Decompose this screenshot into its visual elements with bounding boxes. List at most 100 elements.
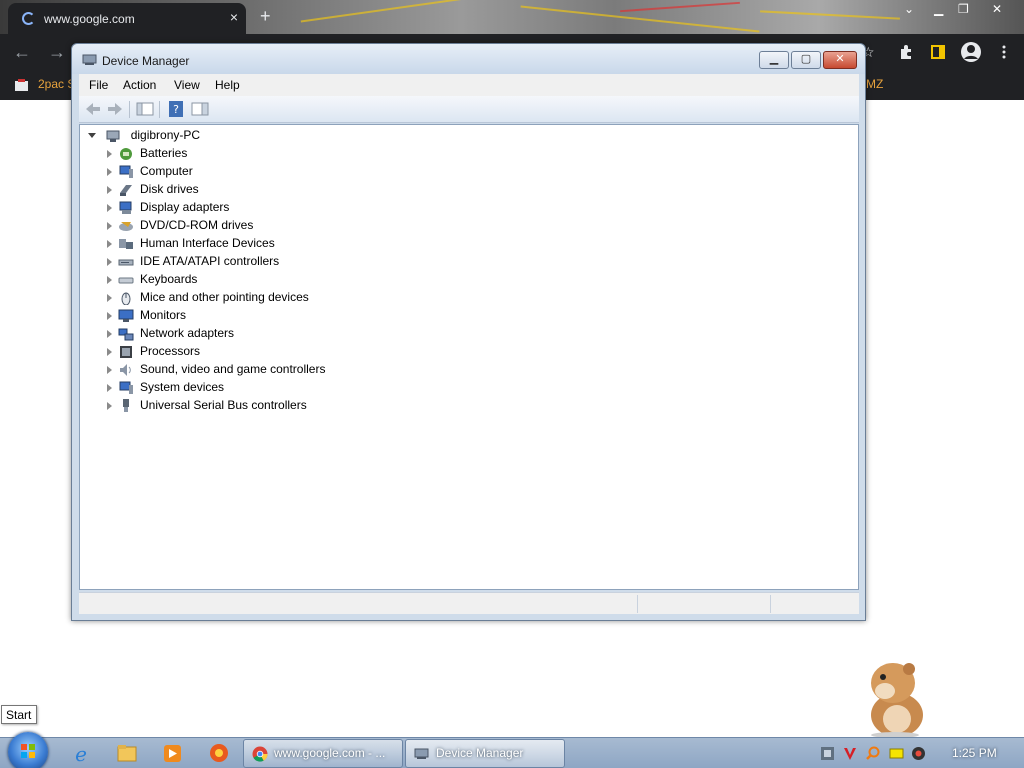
expand-arrow-icon[interactable] — [107, 347, 112, 356]
media-player-icon[interactable] — [153, 741, 191, 766]
back-arrow-icon[interactable] — [84, 101, 102, 117]
menu-file[interactable]: File — [89, 78, 108, 92]
tab-close-icon[interactable]: × — [230, 9, 238, 25]
back-arrow-icon[interactable]: ← — [13, 42, 31, 63]
bookmark-link[interactable]: MZ — [866, 77, 883, 91]
expand-arrow-icon[interactable] — [107, 149, 112, 158]
tree-item-system-devices[interactable]: System devices — [107, 378, 224, 396]
bookmark-link[interactable]: 2pac S — [38, 77, 75, 91]
tree-item-display-adapters[interactable]: Display adapters — [107, 198, 229, 216]
show-hide-console-tree-icon[interactable] — [136, 101, 154, 117]
tree-item-sound-video-and-game-controllers[interactable]: Sound, video and game controllers — [107, 360, 325, 378]
help-icon[interactable]: ? — [167, 101, 185, 117]
antivirus-icon[interactable] — [843, 746, 858, 761]
disk-drive-icon — [120, 185, 132, 197]
internet-explorer-icon[interactable]: e — [62, 741, 100, 766]
taskbar-device-manager-button[interactable]: Device Manager — [405, 739, 565, 768]
window-title: Device Manager — [102, 54, 190, 68]
menu-action[interactable]: Action — [123, 78, 156, 92]
tree-item-label: Network adapters — [140, 326, 235, 340]
expand-arrow-icon[interactable] — [107, 383, 112, 392]
expand-arrow-icon[interactable] — [107, 221, 112, 230]
more-menu-icon[interactable] — [996, 44, 1012, 60]
forward-arrow-icon[interactable]: → — [48, 42, 66, 63]
browser-tab[interactable]: www.google.com × — [8, 3, 246, 34]
mouse-icon — [121, 292, 131, 306]
clock[interactable]: 1:25 PM — [952, 746, 997, 760]
tree-item-monitors[interactable]: Monitors — [107, 306, 186, 324]
tree-item-label: Processors — [140, 344, 201, 358]
notification-flag-icon[interactable] — [889, 746, 904, 761]
search-icon[interactable] — [865, 746, 880, 761]
minimize-button[interactable]: ▁ — [759, 51, 789, 69]
tree-item-processors[interactable]: Processors — [107, 342, 200, 360]
tree-item-keyboards[interactable]: Keyboards — [107, 270, 197, 288]
maximize-button[interactable]: ▢ — [791, 51, 821, 69]
bookmark-favicon-icon — [15, 79, 28, 91]
tree-item-batteries[interactable]: Batteries — [107, 144, 187, 162]
tree-item-label: System devices — [140, 380, 225, 394]
collapse-arrow-icon[interactable] — [88, 133, 96, 139]
tree-item-label: Human Interface Devices — [140, 236, 275, 250]
tree-item-label: Mice and other pointing devices — [140, 290, 309, 304]
expand-arrow-icon[interactable] — [107, 257, 112, 266]
dvd-drive-icon — [119, 222, 133, 232]
monitor-icon — [118, 309, 134, 323]
network-adapter-icon — [118, 328, 134, 341]
expand-arrow-icon[interactable] — [107, 239, 112, 248]
expand-arrow-icon[interactable] — [107, 401, 112, 410]
browser-minimize-button[interactable]: ▁ — [934, 2, 943, 16]
system-device-icon — [119, 381, 133, 395]
expand-arrow-icon[interactable] — [107, 365, 112, 374]
tree-item-universal-serial-bus-controllers[interactable]: Universal Serial Bus controllers — [107, 396, 307, 414]
tree-item-disk-drives[interactable]: Disk drives — [107, 180, 199, 198]
device-manager-icon — [414, 748, 429, 759]
tree-item-label: Keyboards — [140, 272, 198, 286]
tray-app-icon[interactable] — [820, 746, 835, 761]
new-tab-button[interactable]: + — [260, 6, 271, 27]
computer-icon — [119, 165, 133, 179]
tree-item-computer[interactable]: Computer — [107, 162, 193, 180]
display-adapter-icon — [119, 201, 132, 215]
tree-item-label: Batteries — [140, 146, 188, 160]
show-hide-action-pane-icon[interactable] — [191, 101, 209, 117]
browser-close-button[interactable]: ✕ — [992, 2, 1002, 16]
device-tree: digibrony-PC Batteries Computer Disk drive… — [79, 124, 859, 590]
forward-arrow-icon[interactable] — [106, 101, 124, 117]
expand-arrow-icon[interactable] — [107, 203, 112, 212]
start-button[interactable] — [8, 732, 48, 768]
tree-root-label: digibrony-PC — [130, 128, 201, 142]
tree-item-mice-and-other-pointing-devices[interactable]: Mice and other pointing devices — [107, 288, 309, 306]
tree-item-network-adapters[interactable]: Network adapters — [107, 324, 234, 342]
expand-arrow-icon[interactable] — [107, 293, 112, 302]
side-panel-icon[interactable] — [930, 44, 946, 60]
profile-avatar-icon[interactable] — [960, 41, 982, 63]
expand-arrow-icon[interactable] — [107, 311, 112, 320]
expand-arrow-icon[interactable] — [107, 167, 112, 176]
tree-root[interactable]: digibrony-PC — [88, 126, 200, 144]
tree-item-ide-ata-atapi-controllers[interactable]: IDE ATA/ATAPI controllers — [107, 252, 279, 270]
window-titlebar[interactable]: Device Manager ▁ ▢ ✕ — [72, 44, 865, 74]
svg-text:?: ? — [173, 103, 179, 116]
status-bar — [79, 592, 859, 614]
expand-arrow-icon[interactable] — [107, 275, 112, 284]
ide-controller-icon — [118, 259, 134, 266]
file-explorer-icon[interactable] — [108, 741, 146, 766]
start-tooltip: Start — [1, 705, 37, 724]
chevron-down-icon[interactable]: ⌄ — [904, 2, 914, 16]
expand-arrow-icon[interactable] — [107, 329, 112, 338]
expand-arrow-icon[interactable] — [107, 185, 112, 194]
network-status-icon[interactable] — [911, 746, 926, 761]
browser-restore-button[interactable]: ❐ — [958, 2, 969, 16]
app-shortcut-icon[interactable] — [200, 741, 238, 766]
tree-item-label: DVD/CD-ROM drives — [140, 218, 254, 232]
windows-logo-icon — [21, 744, 35, 758]
menu-view[interactable]: View — [174, 78, 200, 92]
taskbar-chrome-button[interactable]: www.google.com - ... — [243, 739, 403, 768]
tree-item-human-interface-devices[interactable]: Human Interface Devices — [107, 234, 275, 252]
tree-item-label: Sound, video and game controllers — [140, 362, 326, 376]
tree-item-dvd-cd-rom-drives[interactable]: DVD/CD-ROM drives — [107, 216, 253, 234]
menu-help[interactable]: Help — [215, 78, 240, 92]
close-button[interactable]: ✕ — [823, 51, 857, 69]
extensions-icon[interactable] — [898, 44, 914, 60]
